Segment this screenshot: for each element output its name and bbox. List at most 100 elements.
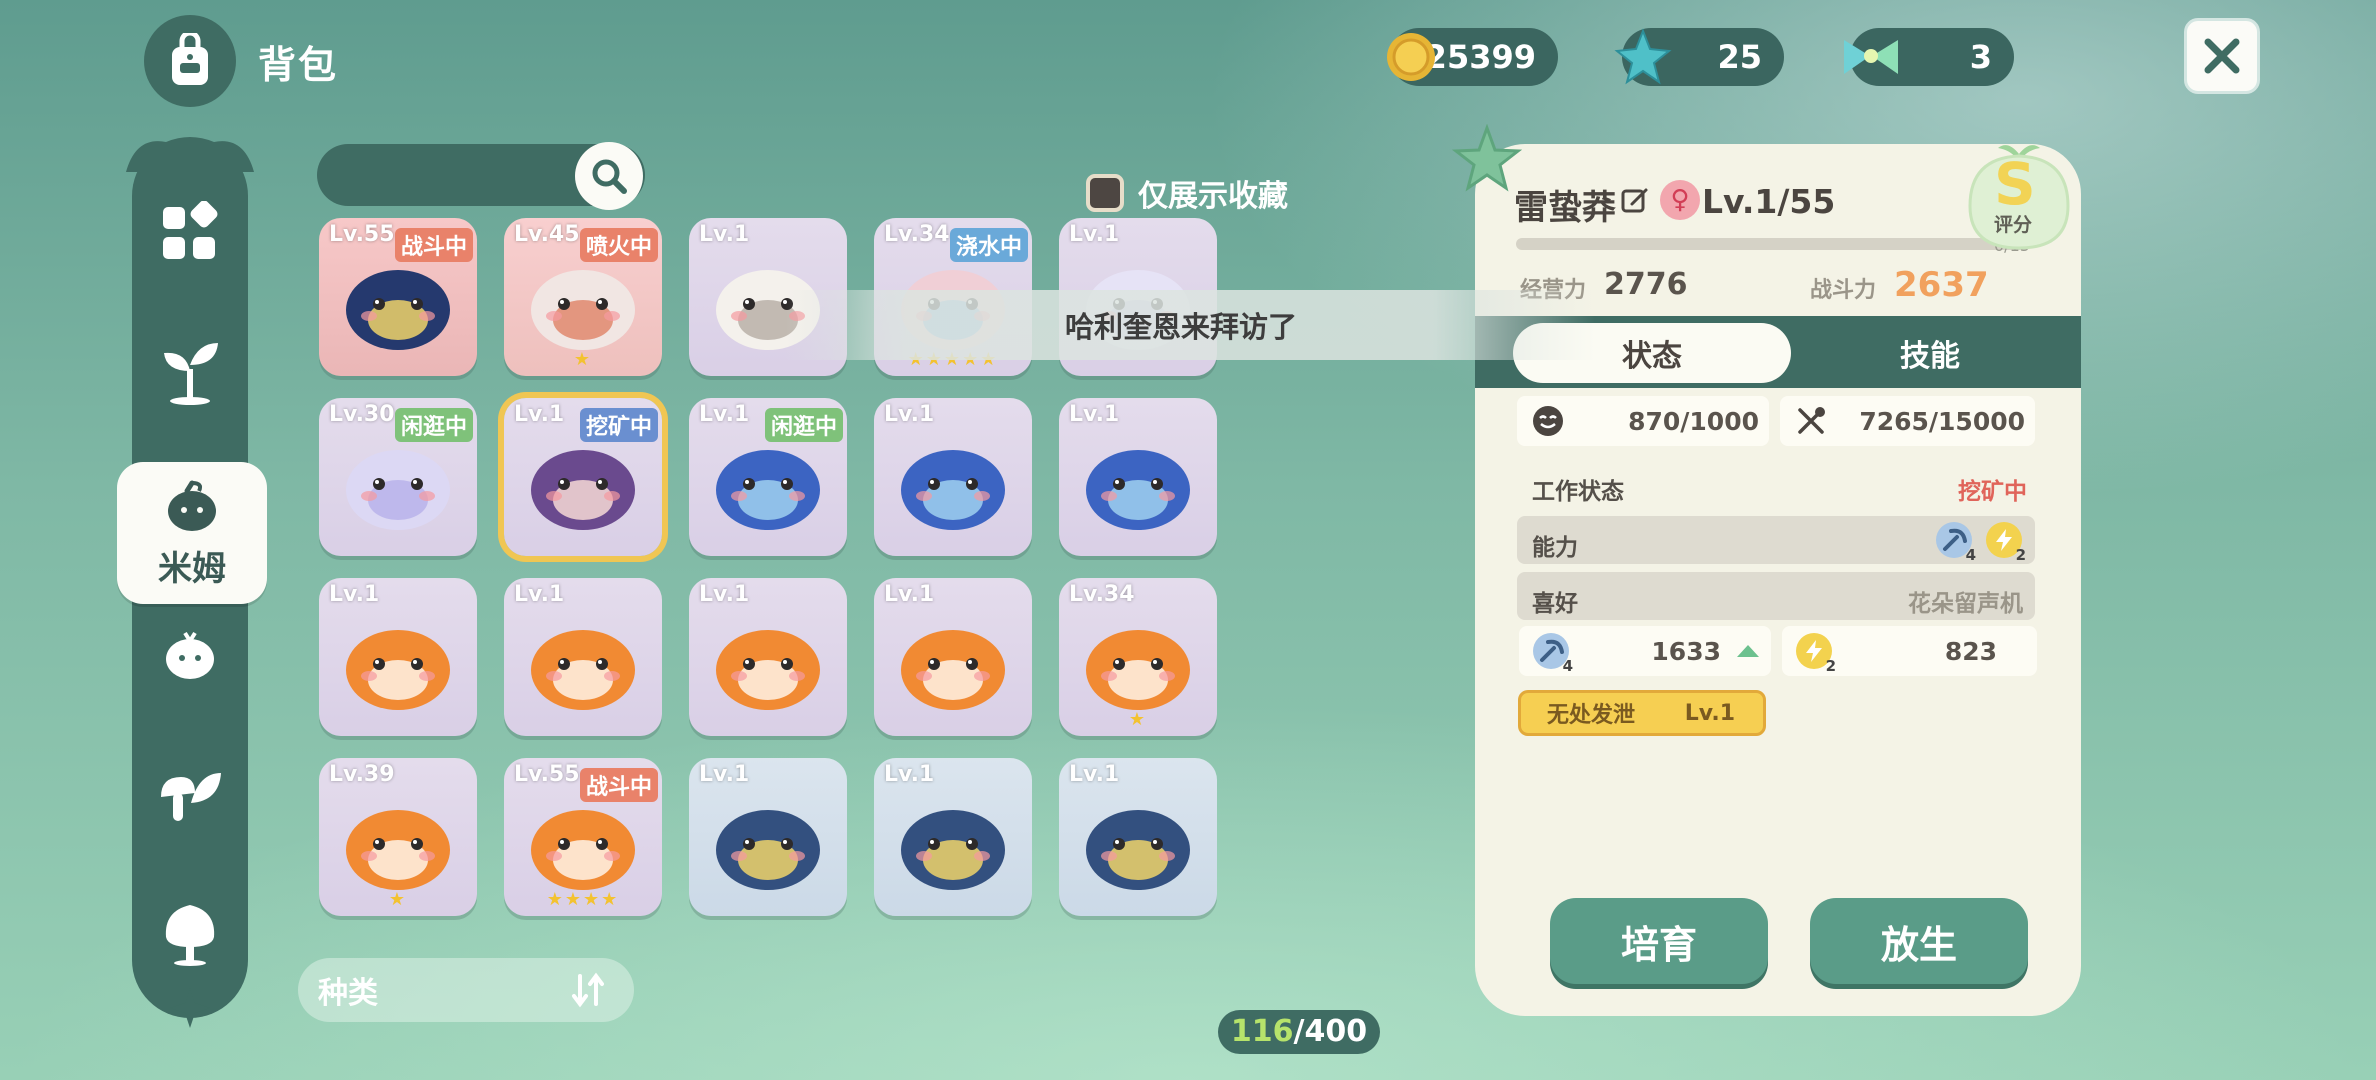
storage-count-current: 116 xyxy=(1230,1014,1294,1049)
type-sort-button[interactable]: 种类 xyxy=(298,958,634,1022)
sidebar-item-mushrooms[interactable] xyxy=(146,752,234,840)
mood-meter: 870/1000 xyxy=(1517,396,1769,446)
creature-card[interactable]: Lv.1 xyxy=(874,758,1032,916)
sidebar-item-mim[interactable]: 米姆 xyxy=(117,462,267,604)
trait-name: 无处发泄 xyxy=(1547,703,1636,728)
page-title: 背包 xyxy=(258,43,339,87)
increase-arrow-icon xyxy=(1737,645,1759,657)
ability-label: 能力 xyxy=(1532,535,1578,561)
favorites-checkbox[interactable] xyxy=(1086,174,1124,212)
creature-card[interactable]: Lv.55 战斗中 ★★★★ xyxy=(504,758,662,916)
electric-power-value: 823 xyxy=(1944,636,1997,666)
creature-card[interactable]: Lv.1 xyxy=(319,578,477,736)
mim-icon xyxy=(168,480,216,531)
gold-counter[interactable]: 25399 xyxy=(1387,28,1558,86)
creature-level: Lv.1 xyxy=(699,582,750,607)
creature-level: Lv.1 xyxy=(884,582,935,607)
visit-notification: 哈利奎恩来拜访了 xyxy=(785,290,1595,360)
creature-portrait-icon xyxy=(346,630,450,711)
creature-level: Lv.55 xyxy=(329,222,395,247)
creature-card[interactable]: Lv.34 ★ xyxy=(1059,578,1217,736)
sidebar-item-all[interactable] xyxy=(146,188,234,276)
train-button[interactable]: 培育 xyxy=(1550,898,1768,984)
close-button[interactable] xyxy=(2184,18,2260,94)
creature-level: Lv.1 xyxy=(699,762,750,787)
creature-level: Lv.1 xyxy=(699,222,750,247)
crystal-counter[interactable]: 3 xyxy=(1844,28,2014,86)
creature-portrait-icon xyxy=(346,450,450,531)
mining-power-row: 4 1633 xyxy=(1519,626,1771,676)
creature-level: Lv.1 xyxy=(329,582,380,607)
sidebar-item-trees[interactable] xyxy=(146,890,234,978)
edit-icon[interactable] xyxy=(1620,186,1650,216)
creature-card[interactable]: Lv.1 闲逛中 xyxy=(689,398,847,556)
sidebar-item-pets[interactable] xyxy=(146,610,234,698)
release-button[interactable]: 放生 xyxy=(1810,898,2028,984)
food-value: 7265/15000 xyxy=(1859,406,2025,436)
creature-level: Lv.45 xyxy=(514,222,580,247)
creature-level: Lv.1 xyxy=(514,582,565,607)
sprout-icon xyxy=(164,343,218,405)
creature-card[interactable]: Lv.1 xyxy=(504,578,662,736)
creature-level: Lv.30 xyxy=(329,402,395,427)
mining-skill-icon: 4 xyxy=(1533,633,1573,675)
creature-star-rating: ★ xyxy=(573,349,593,370)
creature-star-rating: ★ xyxy=(388,889,408,910)
grid-icon xyxy=(163,201,218,259)
creature-level: Lv.1 xyxy=(884,402,935,427)
creature-card[interactable]: Lv.55 战斗中 xyxy=(319,218,477,376)
trait-level: Lv.1 xyxy=(1684,700,1735,726)
creature-card[interactable]: Lv.30 闲逛中 xyxy=(319,398,477,556)
tree-icon xyxy=(165,905,215,966)
creature-card[interactable]: Lv.1 xyxy=(874,398,1032,556)
sidebar-top-ornament xyxy=(126,137,254,172)
creature-star-rating: ★ xyxy=(1128,709,1148,730)
favorites-toggle[interactable]: 仅展示收藏 xyxy=(1086,171,1288,215)
creature-star-rating: ★★★★ xyxy=(546,889,620,910)
backpack-icon xyxy=(144,15,236,107)
storage-count: 116/400 xyxy=(1218,1010,1380,1054)
creature-status-badge: 闲逛中 xyxy=(394,408,473,442)
electric-skill-icon: 2 xyxy=(1796,633,1836,675)
creature-portrait-icon xyxy=(531,630,635,711)
creature-status-badge: 挖矿中 xyxy=(579,408,658,442)
creature-level: Lv.1 xyxy=(699,402,750,427)
creature-card[interactable]: Lv.1 xyxy=(689,578,847,736)
electric-skill-level: 2 xyxy=(1825,657,1836,675)
favorites-label: 仅展示收藏 xyxy=(1138,179,1288,214)
trait-badge[interactable]: 无处发泄 Lv.1 xyxy=(1518,690,1766,736)
creature-card[interactable]: Lv.1 挖矿中 xyxy=(504,398,662,556)
mining-skill-level: 4 xyxy=(1965,546,1976,564)
creature-portrait-icon xyxy=(716,810,820,891)
preference-value: 花朵留声机 xyxy=(1908,591,2023,617)
female-icon: ♀ xyxy=(1660,180,1700,220)
creature-status-badge: 闲逛中 xyxy=(764,408,843,442)
creature-card[interactable]: Lv.1 xyxy=(689,758,847,916)
food-meter: 7265/15000 xyxy=(1780,396,2035,446)
creature-card[interactable]: Lv.39 ★ xyxy=(319,758,477,916)
mining-skill-level: 4 xyxy=(1562,657,1573,675)
creature-level: Lv.1 xyxy=(1069,402,1120,427)
favorite-star-icon[interactable] xyxy=(1452,124,1522,194)
sidebar-item-plants[interactable] xyxy=(146,326,234,414)
sidebar-item-label: 米姆 xyxy=(158,548,226,589)
search-button[interactable] xyxy=(575,142,643,210)
creature-portrait-icon xyxy=(901,810,1005,891)
work-status-value: 挖矿中 xyxy=(1958,479,2027,505)
creature-card[interactable]: Lv.1 xyxy=(874,578,1032,736)
tab-skills[interactable]: 技能 xyxy=(1810,323,2050,383)
electric-skill-icon[interactable]: 2 xyxy=(1986,522,2026,564)
creature-card[interactable]: Lv.1 xyxy=(1059,758,1217,916)
creature-card[interactable]: Lv.1 xyxy=(1059,398,1217,556)
mining-skill-icon[interactable]: 4 xyxy=(1936,522,1976,564)
star-counter[interactable]: 25 xyxy=(1614,28,1784,86)
creature-portrait-icon xyxy=(901,450,1005,531)
creature-status-badge: 浇水中 xyxy=(949,228,1028,262)
electric-skill-level: 2 xyxy=(2015,546,2026,564)
mining-power-value: 1633 xyxy=(1651,636,1721,666)
star-value: 25 xyxy=(1717,38,1762,76)
creature-level: Lv.34 xyxy=(884,222,950,247)
creature-card[interactable]: Lv.45 喷火中 ★ xyxy=(504,218,662,376)
creature-level: Lv.1 xyxy=(514,402,565,427)
crystal-bow-icon xyxy=(1836,22,1906,92)
